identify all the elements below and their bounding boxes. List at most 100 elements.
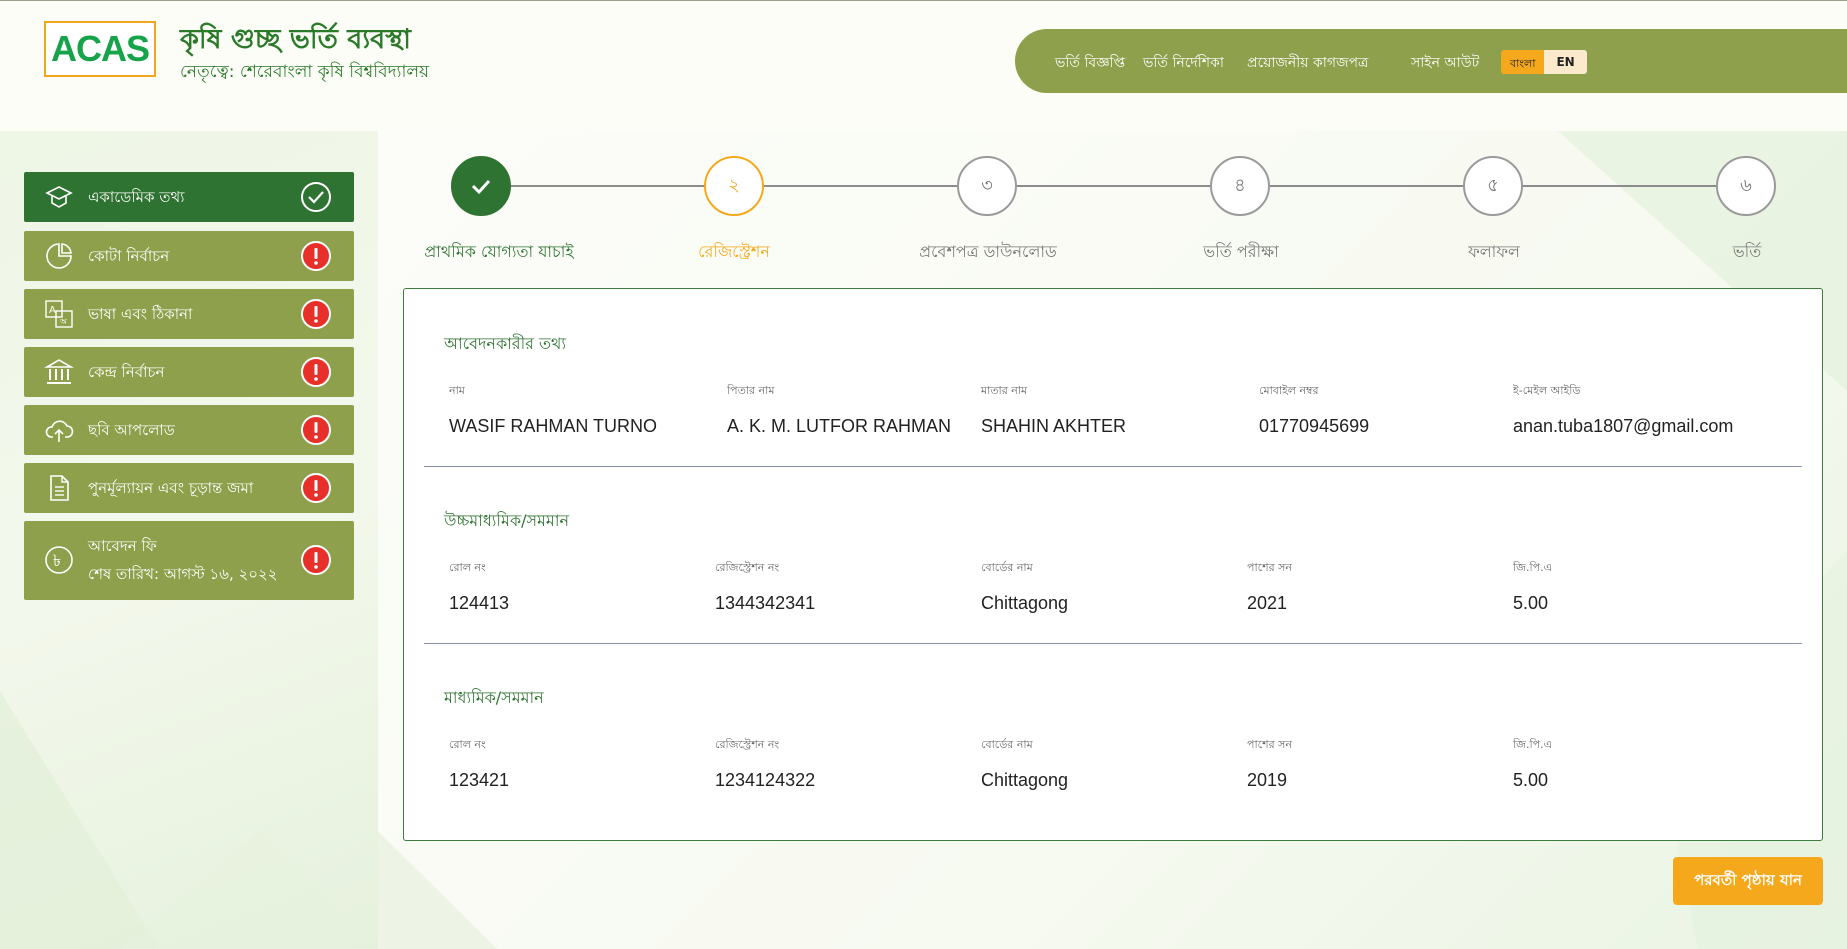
svg-text:৳: ৳ <box>53 551 61 570</box>
check-circle-icon <box>300 181 332 213</box>
step-5-circle[interactable]: ৫ <box>1463 156 1523 216</box>
step-connector <box>511 185 704 187</box>
mother-name-label: মাতার নাম <box>981 384 1028 397</box>
step-2-label: রেজিস্ট্রেশন <box>698 242 770 261</box>
alert-icon <box>300 544 332 576</box>
header: ACAS কৃষি গুচ্ছ ভর্তি ব্যবস্থা নেতৃত্বে:… <box>0 1 1847 131</box>
alert-icon <box>300 414 332 446</box>
document-icon <box>44 473 74 503</box>
step-connector <box>1017 185 1210 187</box>
father-name-value: A. K. M. LUTFOR RAHMAN <box>727 416 952 436</box>
check-icon <box>471 179 491 195</box>
lang-bangla-option[interactable]: বাংলা <box>1501 50 1545 74</box>
ssc-board-label: বোর্ডের নাম <box>981 738 1033 751</box>
sidebar-item-label: পুনর্মূল্যায়ন এবং চূড়ান্ত জমা <box>88 479 254 497</box>
hsc-registration-value: 1344342341 <box>715 593 816 613</box>
hsc-section-title: উচ্চমাধ্যমিক/সমমান <box>444 511 570 530</box>
mobile-label: মোবাইল নম্বর <box>1259 384 1319 397</box>
step-connector <box>1270 185 1463 187</box>
sidebar-item-label: আবেদন ফি <box>88 537 157 555</box>
step-4-circle[interactable]: ৪ <box>1210 156 1270 216</box>
cloud-upload-icon <box>44 415 74 445</box>
hsc-passing-year-label: পাশের সন <box>1247 561 1292 574</box>
ssc-registration-label: রেজিস্ট্রেশন নং <box>715 738 780 751</box>
hsc-board-label: বোর্ডের নাম <box>981 561 1033 574</box>
sidebar-item-center-selection[interactable]: কেন্দ্র নির্বাচন <box>24 347 354 397</box>
ssc-passing-year-label: পাশের সন <box>1247 738 1292 751</box>
ssc-board-value: Chittagong <box>981 770 1069 790</box>
step-3-circle[interactable]: ৩ <box>957 156 1017 216</box>
alert-icon <box>300 298 332 330</box>
nav-admission-notice[interactable]: ভর্তি বিজ্ঞপ্তি <box>1055 51 1125 75</box>
translate-icon: Aঅ <box>44 299 74 329</box>
sidebar-item-label: ছবি আপলোড <box>88 421 175 439</box>
fee-deadline-text: শেষ তারিখ: আগস্ট ১৬, ২০২২ <box>88 565 278 583</box>
sidebar-item-quota-selection[interactable]: কোটা নির্বাচন <box>24 231 354 281</box>
sidebar-item-label: একাডেমিক তথ্য <box>88 188 185 206</box>
hsc-roll-value: 124413 <box>449 593 510 613</box>
ssc-gpa-label: জি.পি.এ <box>1513 738 1552 751</box>
next-page-button[interactable]: পরবর্তী পৃষ্ঠায় যান <box>1673 857 1823 905</box>
step-6-circle[interactable]: ৬ <box>1716 156 1776 216</box>
site-subtitle: নেতৃত্বে: শেরেবাংলা কৃষি বিশ্ববিদ্যালয় <box>180 62 430 82</box>
ssc-roll-label: রোল নং <box>449 738 486 751</box>
hsc-gpa-label: জি.পি.এ <box>1513 561 1552 574</box>
pie-chart-icon <box>44 241 74 271</box>
bank-icon <box>44 357 74 387</box>
step-5-label: ফলাফল <box>1468 242 1520 261</box>
site-title: কৃষি গুচ্ছ ভর্তি ব্যবস্থা <box>180 24 411 55</box>
section-divider <box>424 466 1802 467</box>
email-value: anan.tuba1807@gmail.com <box>1513 416 1734 436</box>
email-label: ই-মেইল আইডি <box>1513 384 1581 397</box>
sidebar-item-language-address[interactable]: Aঅ ভাষা এবং ঠিকানা <box>24 289 354 339</box>
sidebar-item-review-submit[interactable]: পুনর্মূল্যায়ন এবং চূড়ান্ত জমা <box>24 463 354 513</box>
applicant-section-title: আবেদনকারীর তথ্য <box>444 334 567 353</box>
sidebar-item-academic-info[interactable]: একাডেমিক তথ্য <box>24 172 354 222</box>
ssc-registration-value: 1234124322 <box>715 770 816 790</box>
father-name-label: পিতার নাম <box>727 384 775 397</box>
hsc-passing-year-value: 2021 <box>1247 593 1288 613</box>
hsc-roll-label: রোল নং <box>449 561 486 574</box>
nav-required-documents[interactable]: প্রয়োজনীয় কাগজপত্র <box>1247 51 1368 75</box>
step-1-circle[interactable] <box>451 156 511 216</box>
hsc-board-value: Chittagong <box>981 593 1069 613</box>
section-divider <box>424 643 1802 644</box>
lang-english-option[interactable]: EN <box>1544 50 1587 74</box>
language-toggle[interactable]: বাংলা EN <box>1501 50 1587 74</box>
step-4-label: ভর্তি পরীক্ষা <box>1203 242 1279 261</box>
mobile-value: 01770945699 <box>1259 416 1370 436</box>
alert-icon <box>300 472 332 504</box>
sidebar-item-label: কেন্দ্র নির্বাচন <box>88 363 165 381</box>
step-1-label: প্রাথমিক যোগ্যতা যাচাই <box>424 242 574 261</box>
mother-name-value: SHAHIN AKHTER <box>981 416 1127 436</box>
alert-icon <box>300 240 332 272</box>
step-connector <box>764 185 957 187</box>
acas-logo[interactable]: ACAS <box>44 21 156 77</box>
step-2-circle[interactable]: ২ <box>704 156 764 216</box>
sidebar-item-photo-upload[interactable]: ছবি আপলোড <box>24 405 354 455</box>
svg-text:অ: অ <box>59 317 68 326</box>
taka-icon: ৳ <box>44 545 74 575</box>
hsc-registration-label: রেজিস্ট্রেশন নং <box>715 561 780 574</box>
name-value: WASIF RAHMAN TURNO <box>449 416 658 436</box>
sidebar-item-label: ভাষা এবং ঠিকানা <box>88 305 193 323</box>
ssc-passing-year-value: 2019 <box>1247 770 1288 790</box>
step-connector <box>1523 185 1716 187</box>
graduation-cap-icon <box>44 182 74 212</box>
logo-text: ACAS <box>50 28 150 69</box>
sidebar-item-application-fee[interactable]: ৳ আবেদন ফি শেষ তারিখ: আগস্ট ১৬, ২০২২ <box>24 521 354 600</box>
step-3-label: প্রবেশপত্র ডাউনলোড <box>919 242 1057 261</box>
step-6-label: ভর্তি <box>1732 242 1762 261</box>
alert-icon <box>300 356 332 388</box>
ssc-section-title: মাধ্যমিক/সমমান <box>444 688 544 707</box>
sidebar-item-label: কোটা নির্বাচন <box>88 247 170 265</box>
applicant-info-card: আবেদনকারীর তথ্য নাম পিতার নাম মাতার নাম … <box>403 288 1823 841</box>
top-nav: ভর্তি বিজ্ঞপ্তি ভর্তি নির্দেশিকা প্রয়োজ… <box>1015 29 1847 93</box>
ssc-gpa-value: 5.00 <box>1513 770 1549 790</box>
ssc-roll-value: 123421 <box>449 770 510 790</box>
svg-text:A: A <box>49 305 56 316</box>
hsc-gpa-value: 5.00 <box>1513 593 1549 613</box>
nav-sign-out[interactable]: সাইন আউট <box>1411 51 1479 75</box>
name-label: নাম <box>449 384 465 397</box>
nav-admission-guide[interactable]: ভর্তি নির্দেশিকা <box>1143 51 1224 75</box>
